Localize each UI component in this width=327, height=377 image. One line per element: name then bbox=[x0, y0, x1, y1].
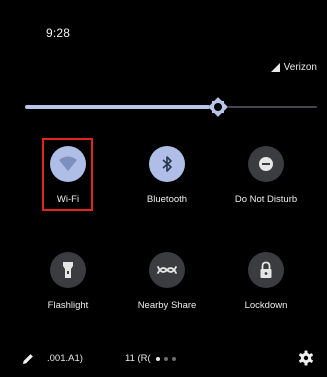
build-number-left: .001.A1) bbox=[47, 353, 83, 364]
quick-settings-footer: .001.A1) 11 (R( bbox=[0, 350, 327, 370]
carrier-indicator: Verizon bbox=[270, 62, 317, 73]
tile-label-bluetooth: Bluetooth bbox=[146, 194, 188, 205]
pencil-icon[interactable] bbox=[21, 352, 35, 366]
page-dot bbox=[164, 357, 168, 361]
tile-label-do-not-disturb: Do Not Disturb bbox=[234, 194, 298, 205]
carrier-name: Verizon bbox=[283, 62, 317, 73]
brightness-slider[interactable] bbox=[25, 96, 317, 118]
tile-label-flashlight: Flashlight bbox=[47, 300, 89, 311]
do-not-disturb-icon bbox=[259, 157, 273, 171]
lock-icon bbox=[260, 261, 272, 278]
page-indicator bbox=[156, 357, 180, 361]
status-time: 9:28 bbox=[46, 26, 71, 40]
tile-bluetooth[interactable]: Bluetooth bbox=[113, 142, 221, 218]
tile-label-nearby-share: Nearby Share bbox=[137, 300, 197, 311]
page-dot bbox=[172, 357, 176, 361]
nearby-share-icon bbox=[157, 266, 177, 274]
bluetooth-toggle[interactable] bbox=[149, 146, 185, 182]
tile-flashlight[interactable]: Flashlight bbox=[14, 248, 122, 324]
tile-label-lockdown: Lockdown bbox=[244, 300, 288, 311]
brightness-track-filled bbox=[25, 105, 210, 109]
bluetooth-icon bbox=[162, 156, 172, 172]
tile-lockdown[interactable]: Lockdown bbox=[212, 248, 320, 324]
wifi-highlight-box bbox=[42, 138, 93, 211]
brightness-track-empty bbox=[228, 106, 317, 108]
flashlight-icon bbox=[63, 262, 73, 278]
nearby-share-toggle[interactable] bbox=[149, 252, 185, 288]
lockdown-toggle[interactable] bbox=[248, 252, 284, 288]
do-not-disturb-toggle[interactable] bbox=[248, 146, 284, 182]
gear-icon[interactable] bbox=[298, 350, 314, 366]
flashlight-toggle[interactable] bbox=[50, 252, 86, 288]
brightness-icon[interactable] bbox=[207, 96, 229, 118]
build-number-right: 11 (R( bbox=[125, 353, 151, 364]
signal-icon bbox=[270, 63, 280, 72]
tile-nearby-share[interactable]: Nearby Share bbox=[113, 248, 221, 324]
page-dot bbox=[156, 357, 160, 361]
tile-do-not-disturb[interactable]: Do Not Disturb bbox=[212, 142, 320, 218]
